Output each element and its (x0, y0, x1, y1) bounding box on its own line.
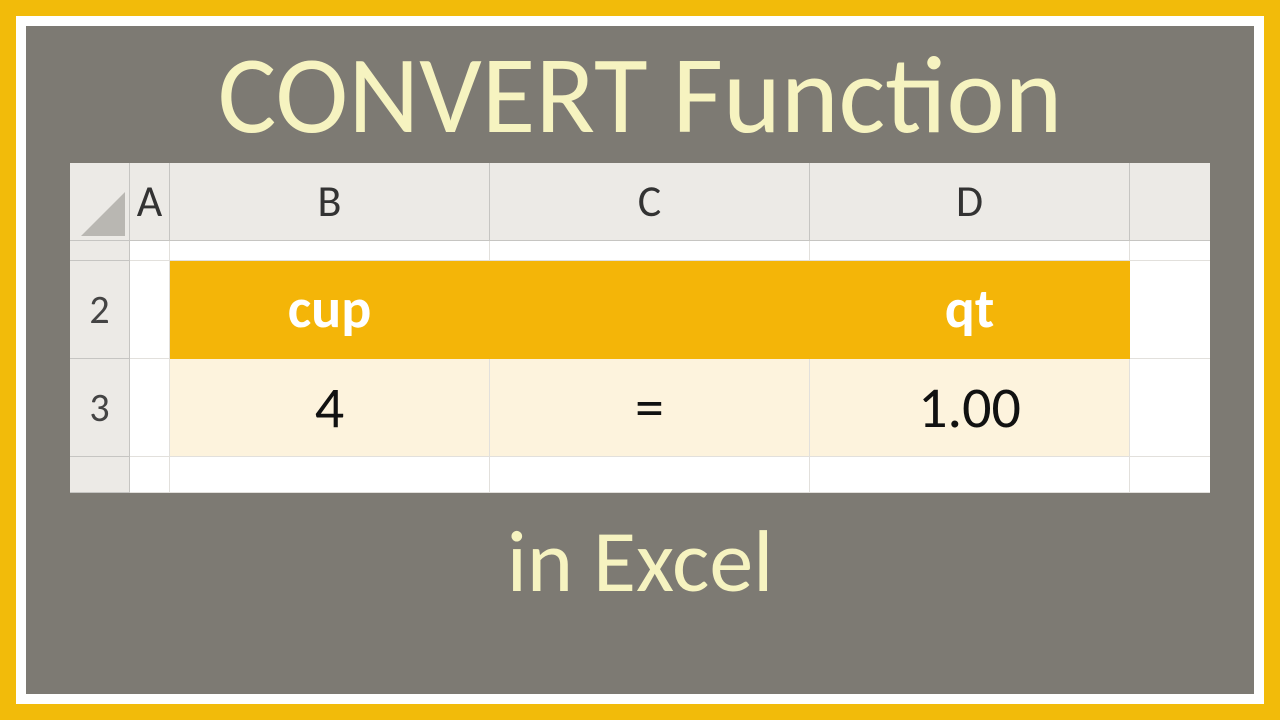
cell-C4[interactable] (490, 457, 810, 493)
select-all-corner[interactable] (70, 163, 130, 241)
select-all-icon (81, 192, 125, 236)
row-header-2[interactable]: 2 (70, 261, 130, 359)
cell-C1[interactable] (490, 241, 810, 261)
row-3: 3 4 = 1.00 (70, 359, 1210, 457)
cell-C3[interactable]: = (490, 359, 810, 457)
col-header-empty (1130, 163, 1210, 241)
cell-C2[interactable] (490, 261, 810, 359)
cell-B1[interactable] (170, 241, 490, 261)
cell-E1[interactable] (1130, 241, 1210, 261)
spreadsheet: A B C D 2 (70, 163, 1210, 493)
row-header-1[interactable] (70, 241, 130, 261)
col-header-C[interactable]: C (490, 163, 810, 241)
cell-D1[interactable] (810, 241, 1130, 261)
col-header-B[interactable]: B (170, 163, 490, 241)
row-2: 2 cup qt (70, 261, 1210, 359)
cell-B3[interactable]: 4 (170, 359, 490, 457)
title-bottom: in Excel (507, 511, 774, 612)
column-header-row: A B C D (70, 163, 1210, 241)
cell-A1[interactable] (130, 241, 170, 261)
row-header-4[interactable] (70, 457, 130, 493)
title-top: CONVERT Function (218, 32, 1063, 159)
outer-frame: CONVERT Function A B C D (0, 0, 1280, 720)
cell-A3[interactable] (130, 359, 170, 457)
cell-B2[interactable]: cup (170, 261, 490, 359)
cell-D4[interactable] (810, 457, 1130, 493)
cell-D2[interactable]: qt (810, 261, 1130, 359)
content-panel: CONVERT Function A B C D (26, 26, 1254, 694)
cell-E3[interactable] (1130, 359, 1210, 457)
cell-A4[interactable] (130, 457, 170, 493)
row-1-partial (70, 241, 1210, 261)
row-header-3[interactable]: 3 (70, 359, 130, 457)
col-header-D[interactable]: D (810, 163, 1130, 241)
cell-E2[interactable] (1130, 261, 1210, 359)
cell-E4[interactable] (1130, 457, 1210, 493)
cell-A2[interactable] (130, 261, 170, 359)
row-4-partial (70, 457, 1210, 493)
white-border: CONVERT Function A B C D (16, 16, 1264, 704)
col-header-A[interactable]: A (130, 163, 170, 241)
cell-B4[interactable] (170, 457, 490, 493)
cell-D3[interactable]: 1.00 (810, 359, 1130, 457)
